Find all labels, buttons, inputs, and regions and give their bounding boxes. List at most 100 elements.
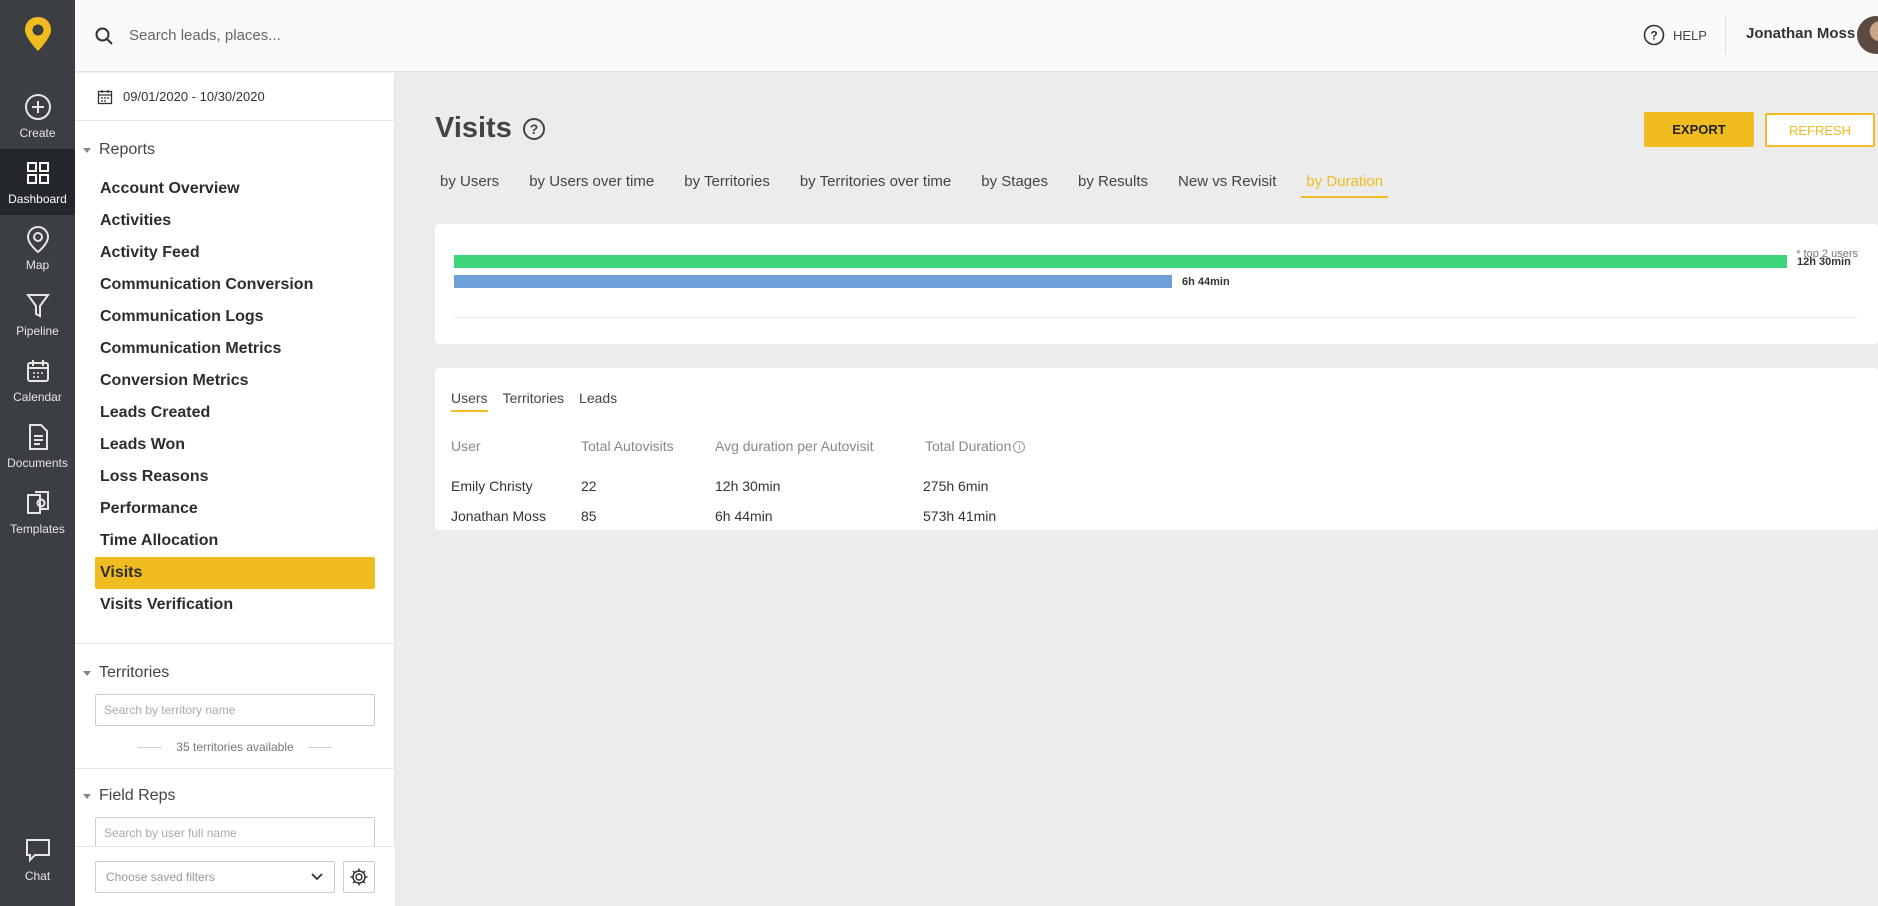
question-circle-icon: ? — [1643, 24, 1665, 46]
territory-search-input[interactable] — [95, 694, 375, 726]
top-bar: ? HELP Jonathan Moss — [75, 0, 1878, 72]
report-item[interactable]: Account Overview — [95, 173, 375, 205]
rail-documents-label: Documents — [7, 456, 68, 470]
table-subtabs: Users Territories Leads — [451, 390, 617, 412]
info-icon[interactable]: i — [1013, 441, 1026, 454]
chart-data-label: 6h 44min — [1182, 275, 1230, 288]
cell-total-duration: 275h 6min — [923, 478, 989, 494]
question-circle-icon[interactable]: ? — [522, 117, 546, 141]
filter-settings-button[interactable] — [343, 860, 375, 893]
app-logo[interactable] — [0, 0, 75, 68]
report-item[interactable]: Time Allocation — [95, 525, 375, 557]
saved-filters-select[interactable]: Choose saved filters — [95, 860, 335, 893]
rail-create-label: Create — [19, 126, 56, 140]
tab-by-users-over-time[interactable]: by Users over time — [524, 173, 659, 198]
territories-count: 35 territories available — [95, 740, 375, 754]
tab-by-results[interactable]: by Results — [1073, 173, 1153, 198]
header-total-autovisits[interactable]: Total Autovisits — [581, 438, 674, 454]
subtab-territories[interactable]: Territories — [503, 390, 564, 412]
report-item[interactable]: Communication Logs — [95, 301, 375, 333]
help-label: HELP — [1673, 27, 1707, 43]
cell-user: Jonathan Moss — [451, 508, 546, 524]
refresh-button[interactable]: REFRESH — [1765, 113, 1875, 147]
chart-bar[interactable] — [454, 275, 1172, 288]
report-item-active[interactable]: Visits — [95, 557, 375, 589]
search-input[interactable] — [129, 27, 529, 44]
tab-by-territories-over-time[interactable]: by Territories over time — [795, 173, 956, 198]
divider-line — [307, 746, 332, 748]
page-title-text: Visits — [435, 112, 512, 144]
territories-available-text: 35 territories available — [176, 740, 294, 754]
divider-line — [138, 746, 163, 748]
user-search-input[interactable] — [95, 817, 375, 849]
subtab-leads[interactable]: Leads — [579, 390, 617, 412]
document-icon — [28, 424, 48, 450]
report-item[interactable]: Conversion Metrics — [95, 365, 375, 397]
cell-total-autovisits: 85 — [581, 508, 597, 524]
gear-icon — [350, 868, 368, 885]
cell-user: Emily Christy — [451, 478, 533, 494]
territories-section-header[interactable]: Territories — [75, 664, 394, 682]
rail-pipeline[interactable]: Pipeline — [0, 281, 75, 347]
chevron-down-icon — [311, 872, 323, 880]
reports-section-header[interactable]: Reports — [75, 141, 394, 159]
export-button[interactable]: EXPORT — [1644, 112, 1754, 147]
header-user[interactable]: User — [451, 438, 481, 454]
rail-calendar[interactable]: Calendar — [0, 347, 75, 413]
report-item[interactable]: Communication Metrics — [95, 333, 375, 365]
report-tabs: by Users by Users over time by Territori… — [435, 173, 1389, 198]
left-nav-rail: Create Dashboard Map Pipeline Calendar D… — [0, 0, 75, 906]
date-range-value: 09/01/2020 - 10/30/2020 — [123, 89, 265, 104]
caret-down-icon — [83, 147, 91, 153]
tab-by-stages[interactable]: by Stages — [976, 173, 1053, 198]
svg-text:?: ? — [1650, 29, 1657, 43]
caret-down-icon — [83, 670, 91, 676]
subtab-users[interactable]: Users — [451, 390, 488, 412]
rail-map[interactable]: Map — [0, 215, 75, 281]
header-total-duration-label: Total Duration — [925, 438, 1012, 454]
rail-chat[interactable]: Chat — [0, 826, 75, 892]
header-avg-duration[interactable]: Avg duration per Autovisit — [715, 438, 874, 454]
field-reps-section-header[interactable]: Field Reps — [75, 787, 394, 805]
cell-avg-duration: 12h 30min — [715, 478, 781, 494]
report-item[interactable]: Activities — [95, 205, 375, 237]
report-item[interactable]: Performance — [95, 493, 375, 525]
header-total-duration[interactable]: Total Duration i — [925, 438, 1026, 454]
date-range-picker[interactable]: 09/01/2020 - 10/30/2020 — [75, 73, 394, 121]
report-item[interactable]: Activity Feed — [95, 237, 375, 269]
caret-down-icon — [83, 793, 91, 799]
chart-bar-row: 12h 30min — [454, 255, 1851, 268]
section-divider — [75, 643, 394, 644]
report-item[interactable]: Loss Reasons — [95, 461, 375, 493]
tab-by-users[interactable]: by Users — [435, 173, 504, 198]
grid-icon — [26, 162, 49, 184]
chart-data-label: 12h 30min — [1797, 255, 1851, 268]
report-list: Account Overview Activities Activity Fee… — [75, 173, 394, 621]
reports-title: Reports — [99, 141, 156, 158]
rail-calendar-label: Calendar — [13, 390, 62, 404]
saved-filters-bar: Choose saved filters — [75, 846, 395, 906]
rail-dashboard-label: Dashboard — [8, 192, 67, 206]
report-item[interactable]: Communication Conversion — [95, 269, 375, 301]
avatar[interactable] — [1857, 16, 1878, 54]
rail-pipeline-label: Pipeline — [16, 324, 59, 338]
territories-title: Territories — [99, 664, 170, 681]
rail-templates[interactable]: Templates — [0, 479, 75, 545]
rail-templates-label: Templates — [10, 522, 65, 536]
tab-by-duration[interactable]: by Duration — [1301, 173, 1389, 198]
rail-create[interactable]: Create — [0, 83, 75, 149]
tab-by-territories[interactable]: by Territories — [679, 173, 775, 198]
report-item[interactable]: Leads Created — [95, 397, 375, 429]
user-name[interactable]: Jonathan Moss — [1746, 25, 1855, 42]
help-button[interactable]: ? HELP — [1643, 24, 1707, 46]
topbar-divider — [1725, 16, 1726, 54]
chart-bar[interactable] — [454, 255, 1787, 268]
cell-total-autovisits: 22 — [581, 478, 597, 494]
main-content: Visits ? EXPORT REFRESH by Users by User… — [396, 73, 1878, 906]
report-item[interactable]: Visits Verification — [95, 589, 375, 621]
rail-dashboard[interactable]: Dashboard — [0, 149, 75, 215]
tab-new-vs-revisit[interactable]: New vs Revisit — [1173, 173, 1281, 198]
report-item[interactable]: Leads Won — [95, 429, 375, 461]
field-reps-title: Field Reps — [99, 787, 176, 804]
rail-documents[interactable]: Documents — [0, 413, 75, 479]
